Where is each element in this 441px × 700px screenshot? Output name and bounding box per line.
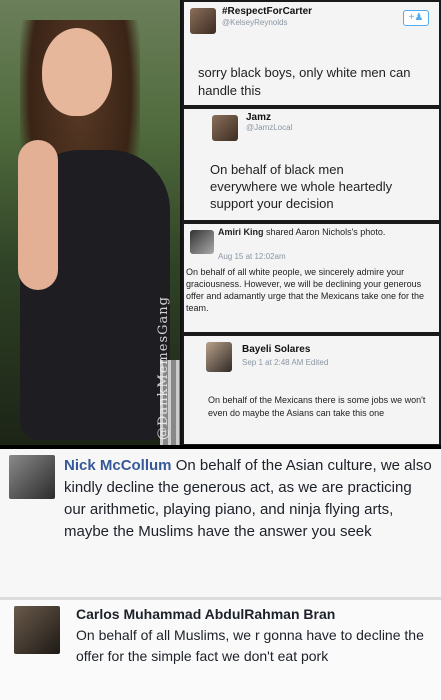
woman-photo: @DankMemesGang [0, 0, 180, 445]
add-user-icon: +♟ [408, 12, 424, 23]
comment-author-name[interactable]: Carlos Muhammad AbdulRahman Bran [76, 604, 436, 625]
post-timestamp[interactable]: Sep 1 at 2:48 AM Edited [242, 358, 328, 367]
avatar[interactable] [206, 342, 232, 372]
fb-comment-carlos: Carlos Muhammad AbdulRahman Bran On beha… [0, 600, 441, 700]
comment-body: Nick McCollum On behalf of the Asian cul… [64, 455, 436, 543]
tweet-author-name[interactable]: Jamz [246, 112, 271, 123]
post-timestamp[interactable]: Aug 15 at 12:02am [218, 252, 286, 261]
post-text: On behalf of all white people, we sincer… [186, 267, 424, 313]
photo-face [42, 28, 112, 116]
tweet-author-handle[interactable]: @JamzLocal [246, 123, 292, 132]
tweet-panel-2: Jamz @JamzLocal On behalf of black men e… [182, 107, 441, 222]
comment-body: Carlos Muhammad AbdulRahman Bran On beha… [76, 604, 436, 667]
avatar[interactable] [190, 8, 216, 34]
avatar[interactable] [14, 606, 60, 654]
tweet-author-handle[interactable]: @KelseyReynolds [222, 18, 287, 27]
avatar[interactable] [190, 230, 214, 254]
fb-comment-nick: Nick McCollum On behalf of the Asian cul… [0, 449, 441, 597]
tweet-text: On behalf of black men everywhere we who… [210, 162, 393, 211]
fb-post-panel-bayeli: Bayeli Solares Sep 1 at 2:48 AM Edited O… [182, 334, 441, 446]
fb-shared-panel: Amiri King shared Aaron Nichols's photo.… [182, 222, 441, 334]
avatar[interactable] [9, 455, 55, 499]
tweet-author-name[interactable]: #RespectForCarter [222, 6, 312, 17]
avatar[interactable] [212, 115, 238, 141]
comment-author-name[interactable]: Nick McCollum [64, 457, 172, 474]
watermark-text: @DankMemesGang [156, 296, 171, 440]
post-author-name[interactable]: Amiri King [218, 227, 264, 237]
comment-text: On behalf of all Muslims, we r gonna hav… [76, 627, 424, 664]
post-author-name[interactable]: Bayeli Solares [242, 344, 310, 355]
post-text: On behalf of the Mexicans there is some … [208, 395, 426, 418]
follow-button[interactable]: +♟ [403, 10, 429, 26]
tweet-text: sorry black boys, only white men can han… [198, 65, 411, 98]
tweet-panel-1: #RespectForCarter @KelseyReynolds +♟ sor… [182, 0, 441, 107]
photo-arm [18, 140, 58, 290]
shared-text: shared Aaron Nichols's photo. [266, 227, 386, 237]
